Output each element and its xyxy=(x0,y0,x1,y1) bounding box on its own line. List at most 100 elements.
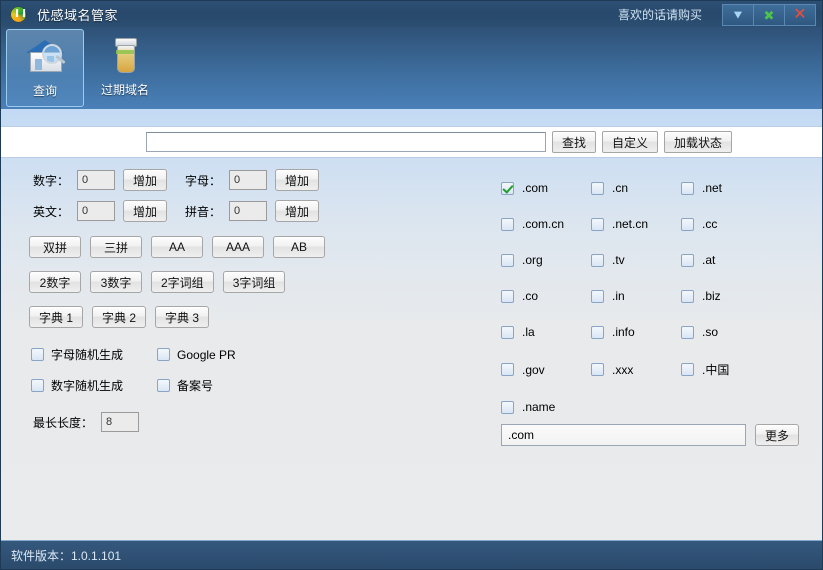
pattern-button-ab[interactable]: AB xyxy=(273,236,325,258)
option-random-letters-label: 字母随机生成 xyxy=(51,346,123,363)
more-tld-button[interactable]: 更多 xyxy=(755,424,799,446)
tld-panel: .com .cn .net .com.cn .net.cn xyxy=(501,181,811,446)
checkbox-in-icon[interactable] xyxy=(591,290,604,303)
custom-tld-input[interactable] xyxy=(501,424,746,446)
toolbar-item-expired-domains-label: 过期域名 xyxy=(101,81,149,98)
minimize-button[interactable]: ⯆ xyxy=(722,4,753,26)
toolbar-item-expired-domains[interactable]: 过期域名 xyxy=(86,29,164,107)
option-row: 字母随机生成 Google PR xyxy=(31,346,471,363)
group-button-3digit[interactable]: 3数字 xyxy=(90,271,142,293)
tld-option-info-label: .info xyxy=(612,325,635,339)
option-random-digits[interactable]: 数字随机生成 xyxy=(31,377,123,394)
group-button-3char-word[interactable]: 3字词组 xyxy=(223,271,286,293)
checkbox-tv-icon[interactable] xyxy=(591,254,604,267)
checkbox-cn-icon[interactable] xyxy=(591,182,604,195)
maximize-button[interactable]: ✖ xyxy=(753,4,784,26)
checkbox-random-digits-icon[interactable] xyxy=(31,379,44,392)
tld-option-xxx-label: .xxx xyxy=(612,363,633,377)
tld-option-gov-label: .gov xyxy=(522,363,545,377)
dictionary-button-1[interactable]: 字典 1 xyxy=(29,306,83,328)
letter-input[interactable] xyxy=(229,170,267,190)
option-google-pr[interactable]: Google PR xyxy=(157,348,236,362)
checkbox-com-cn-icon[interactable] xyxy=(501,218,514,231)
group-button-2digit[interactable]: 2数字 xyxy=(29,271,81,293)
app-title: 优感域名管家 xyxy=(37,5,118,24)
tld-option-net[interactable]: .net xyxy=(681,181,771,195)
checkbox-icp-number-icon[interactable] xyxy=(157,379,170,392)
tld-option-com-label: .com xyxy=(522,181,548,195)
pattern-button-aaa[interactable]: AAA xyxy=(212,236,264,258)
promo-text: 喜欢的话请购买 xyxy=(618,6,702,23)
load-state-button[interactable]: 加载状态 xyxy=(664,131,732,153)
dictionary-button-3[interactable]: 字典 3 xyxy=(155,306,209,328)
tld-option-zhongguo-label: .中国 xyxy=(702,361,729,378)
checkbox-xxx-icon[interactable] xyxy=(591,363,604,376)
tld-option-net-cn[interactable]: .net.cn xyxy=(591,217,681,231)
pattern-button-shuangpin[interactable]: 双拼 xyxy=(29,236,81,258)
find-button[interactable]: 查找 xyxy=(552,131,596,153)
option-icp-number[interactable]: 备案号 xyxy=(157,377,213,394)
tld-option-zhongguo[interactable]: .中国 xyxy=(681,361,771,378)
group-button-2char-word[interactable]: 2字词组 xyxy=(151,271,214,293)
customize-button[interactable]: 自定义 xyxy=(602,131,658,153)
pattern-button-aa[interactable]: AA xyxy=(151,236,203,258)
tld-option-in-label: .in xyxy=(612,289,625,303)
tld-row: .la .info .so xyxy=(501,325,811,339)
tld-option-name[interactable]: .name xyxy=(501,400,591,414)
tld-option-xxx[interactable]: .xxx xyxy=(591,361,681,378)
toolbar-item-query-label: 查询 xyxy=(33,82,57,99)
english-add-button[interactable]: 增加 xyxy=(123,200,167,222)
pinyin-input[interactable] xyxy=(229,201,267,221)
tld-option-la[interactable]: .la xyxy=(501,325,591,339)
english-input[interactable] xyxy=(77,201,115,221)
dictionary-button-row: 字典 1 字典 2 字典 3 xyxy=(29,306,471,328)
tld-option-org[interactable]: .org xyxy=(501,253,591,267)
checkbox-zhongguo-icon[interactable] xyxy=(681,363,694,376)
close-button[interactable]: ✕ xyxy=(784,4,816,26)
checkbox-org-icon[interactable] xyxy=(501,254,514,267)
checkbox-biz-icon[interactable] xyxy=(681,290,694,303)
tld-option-co[interactable]: .co xyxy=(501,289,591,303)
tld-option-tv[interactable]: .tv xyxy=(591,253,681,267)
option-row: 数字随机生成 备案号 xyxy=(31,377,471,394)
tld-option-net-cn-label: .net.cn xyxy=(612,217,648,231)
letter-add-button[interactable]: 增加 xyxy=(275,169,319,191)
checkbox-so-icon[interactable] xyxy=(681,326,694,339)
dictionary-button-2[interactable]: 字典 2 xyxy=(92,306,146,328)
tld-row: .com.cn .net.cn .cc xyxy=(501,217,811,231)
checkbox-google-pr-icon[interactable] xyxy=(157,348,170,361)
number-label: 数字： xyxy=(33,172,77,189)
toolbar-item-query[interactable]: 查询 xyxy=(6,29,84,107)
tld-option-so[interactable]: .so xyxy=(681,325,771,339)
tld-option-cc[interactable]: .cc xyxy=(681,217,771,231)
tld-option-biz[interactable]: .biz xyxy=(681,289,771,303)
checkbox-net-cn-icon[interactable] xyxy=(591,218,604,231)
tld-option-in[interactable]: .in xyxy=(591,289,681,303)
number-add-button[interactable]: 增加 xyxy=(123,169,167,191)
jar-icon xyxy=(102,35,148,77)
tld-option-com[interactable]: .com xyxy=(501,181,591,195)
checkbox-co-icon[interactable] xyxy=(501,290,514,303)
checkbox-info-icon[interactable] xyxy=(591,326,604,339)
search-input[interactable] xyxy=(146,132,546,152)
tld-option-tv-label: .tv xyxy=(612,253,625,267)
pattern-button-sanpin[interactable]: 三拼 xyxy=(90,236,142,258)
tld-option-cn[interactable]: .cn xyxy=(591,181,681,195)
checkbox-random-letters-icon[interactable] xyxy=(31,348,44,361)
tld-option-info[interactable]: .info xyxy=(591,325,681,339)
checkbox-cc-icon[interactable] xyxy=(681,218,694,231)
tld-option-gov[interactable]: .gov xyxy=(501,361,591,378)
number-input[interactable] xyxy=(77,170,115,190)
option-random-letters[interactable]: 字母随机生成 xyxy=(31,346,123,363)
tld-option-com-cn[interactable]: .com.cn xyxy=(501,217,591,231)
checkbox-at-icon[interactable] xyxy=(681,254,694,267)
max-length-input[interactable] xyxy=(101,412,139,432)
checkbox-name-icon[interactable] xyxy=(501,401,514,414)
pinyin-add-button[interactable]: 增加 xyxy=(275,200,319,222)
checkbox-gov-icon[interactable] xyxy=(501,363,514,376)
checkbox-com-icon[interactable] xyxy=(501,182,514,195)
tld-option-at[interactable]: .at xyxy=(681,253,771,267)
checkbox-la-icon[interactable] xyxy=(501,326,514,339)
generator-field-row: 数字： 增加 字母： 增加 xyxy=(33,169,471,191)
checkbox-net-icon[interactable] xyxy=(681,182,694,195)
